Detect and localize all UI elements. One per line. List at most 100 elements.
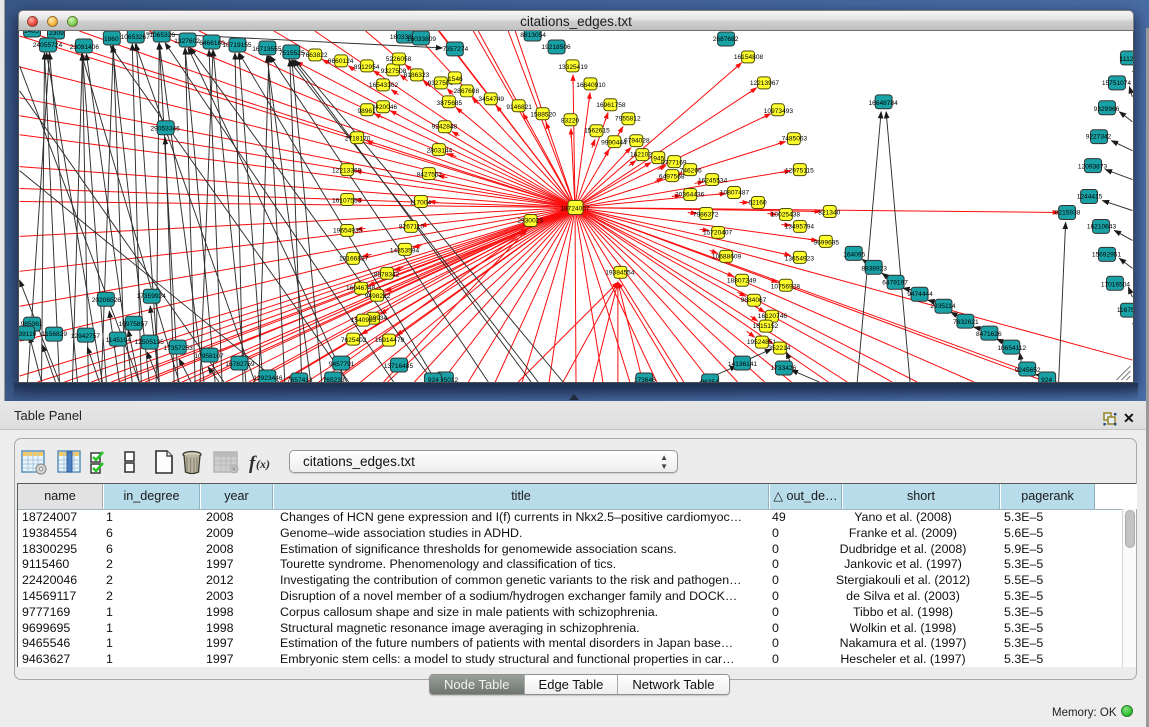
svg-text:7663822: 7663822 bbox=[302, 52, 328, 59]
svg-text:15720407: 15720407 bbox=[703, 229, 733, 236]
svg-text:12213369: 12213369 bbox=[332, 168, 362, 175]
svg-text:12213967: 12213967 bbox=[750, 80, 780, 87]
svg-text:16245534: 16245534 bbox=[698, 178, 728, 185]
svg-text:9684067: 9684067 bbox=[741, 297, 767, 304]
svg-text:12942757: 12942757 bbox=[71, 333, 101, 340]
svg-text:24055724: 24055724 bbox=[33, 42, 63, 49]
svg-text:16914479: 16914479 bbox=[375, 337, 405, 344]
svg-text:9777169: 9777169 bbox=[661, 160, 687, 167]
svg-text:10025438: 10025438 bbox=[771, 211, 801, 218]
svg-text:19166827: 19166827 bbox=[339, 255, 369, 262]
svg-text:1562615: 1562615 bbox=[584, 128, 610, 135]
svg-text:1145194: 1145194 bbox=[106, 337, 131, 344]
svg-text:23091406: 23091406 bbox=[70, 44, 100, 51]
svg-text:139119: 139119 bbox=[18, 331, 37, 338]
svg-text:6466160: 6466160 bbox=[199, 40, 225, 47]
svg-text:3875685: 3875685 bbox=[437, 100, 463, 107]
svg-text:19654935: 19654935 bbox=[333, 227, 363, 234]
svg-text:16154808: 16154808 bbox=[734, 54, 764, 61]
svg-text:8427552: 8427552 bbox=[417, 172, 443, 179]
svg-text:10756928: 10756928 bbox=[771, 283, 801, 290]
svg-text:8912954: 8912954 bbox=[354, 64, 380, 71]
svg-text:8813054: 8813054 bbox=[520, 32, 546, 39]
svg-text:(x): (x) bbox=[256, 457, 270, 471]
svg-text:15692951: 15692951 bbox=[1092, 251, 1122, 258]
svg-text:1860: 1860 bbox=[104, 36, 119, 43]
svg-text:2718170: 2718170 bbox=[345, 136, 371, 143]
svg-text:9329966: 9329966 bbox=[1094, 106, 1120, 113]
svg-text:10719155: 10719155 bbox=[222, 42, 252, 49]
svg-text:14136141: 14136141 bbox=[728, 361, 758, 368]
svg-text:19218506: 19218506 bbox=[541, 44, 571, 51]
svg-text:16961758: 16961758 bbox=[596, 102, 626, 109]
svg-text:13716485: 13716485 bbox=[384, 363, 414, 370]
svg-text:98961: 98961 bbox=[357, 108, 376, 115]
svg-text:16543362: 16543362 bbox=[369, 82, 399, 89]
svg-text:1546: 1546 bbox=[448, 76, 463, 83]
svg-text:6479197: 6479197 bbox=[882, 279, 908, 286]
svg-text:8471626: 8471626 bbox=[976, 331, 1002, 338]
svg-text:2803144: 2803144 bbox=[427, 148, 453, 155]
svg-text:7955812: 7955812 bbox=[615, 116, 641, 123]
svg-text:17359924: 17359924 bbox=[137, 293, 167, 300]
svg-text:13325419: 13325419 bbox=[558, 64, 588, 71]
svg-text:8578342: 8578342 bbox=[374, 271, 400, 278]
svg-text:117004: 117004 bbox=[410, 200, 432, 207]
svg-text:12093873: 12093873 bbox=[1078, 164, 1108, 171]
svg-text:9242848: 9242848 bbox=[432, 124, 458, 131]
svg-text:821340: 821340 bbox=[818, 209, 840, 216]
svg-text:9227342: 9227342 bbox=[1086, 134, 1112, 141]
svg-text:16120746: 16120746 bbox=[758, 313, 788, 320]
svg-text:1588520: 1588520 bbox=[530, 112, 556, 119]
svg-text:13495794: 13495794 bbox=[785, 223, 815, 230]
svg-text:12505135: 12505135 bbox=[135, 339, 165, 346]
svg-text:10958107: 10958107 bbox=[194, 353, 224, 360]
svg-text:1167533: 1167533 bbox=[1117, 307, 1134, 314]
svg-text:2930023: 2930023 bbox=[517, 217, 543, 224]
svg-text:7485063: 7485063 bbox=[782, 136, 808, 143]
svg-text:2867608: 2867608 bbox=[454, 88, 480, 95]
svg-text:9245652: 9245652 bbox=[1015, 367, 1041, 374]
svg-text:16210643: 16210643 bbox=[1087, 223, 1117, 230]
svg-text:10654112: 10654112 bbox=[997, 345, 1026, 352]
svg-text:2935114: 2935114 bbox=[930, 303, 955, 310]
svg-text:9146821: 9146821 bbox=[506, 104, 532, 111]
svg-text:16782759: 16782759 bbox=[225, 361, 255, 368]
svg-text:9498222: 9498222 bbox=[365, 293, 391, 300]
svg-text:16713555: 16713555 bbox=[252, 46, 282, 53]
svg-text:8215938: 8215938 bbox=[1055, 209, 1081, 216]
svg-text:1540993: 1540993 bbox=[351, 317, 377, 324]
svg-text:18807249: 18807249 bbox=[727, 277, 757, 284]
svg-text:1244415: 1244415 bbox=[1077, 194, 1103, 201]
svg-text:18724007: 18724007 bbox=[560, 205, 590, 212]
svg-text:15751074: 15751074 bbox=[1102, 80, 1132, 87]
svg-text:1327602: 1327602 bbox=[174, 38, 200, 45]
svg-text:2309: 2309 bbox=[49, 31, 64, 37]
svg-text:9457791: 9457791 bbox=[329, 361, 355, 368]
svg-text:1615152: 1615152 bbox=[753, 323, 779, 330]
svg-text:12975115: 12975115 bbox=[785, 168, 814, 175]
svg-text:10807487: 10807487 bbox=[720, 190, 750, 197]
svg-text:20364436: 20364436 bbox=[675, 192, 705, 199]
svg-text:17016504: 17016504 bbox=[1101, 281, 1131, 288]
svg-text:1156829: 1156829 bbox=[42, 331, 67, 338]
svg-text:8660124: 8660124 bbox=[328, 58, 354, 65]
svg-text:10688609: 10688609 bbox=[712, 253, 742, 260]
svg-text:8267110: 8267110 bbox=[399, 223, 424, 230]
svg-text:8938923: 8938923 bbox=[861, 265, 887, 272]
svg-text:164095: 164095 bbox=[843, 251, 865, 258]
svg-text:6497568: 6497568 bbox=[659, 174, 685, 181]
svg-text:10653267: 10653267 bbox=[121, 34, 151, 41]
svg-text:10973493: 10973493 bbox=[764, 108, 794, 115]
svg-text:5226058: 5226058 bbox=[386, 56, 412, 63]
svg-text:20206526: 20206526 bbox=[92, 297, 122, 304]
svg-text:16640910: 16640910 bbox=[576, 82, 606, 89]
svg-text:12923446: 12923446 bbox=[253, 375, 283, 382]
svg-text:83220: 83220 bbox=[561, 118, 580, 125]
svg-text:9699695: 9699695 bbox=[813, 239, 839, 246]
svg-text:6794028: 6794028 bbox=[624, 138, 650, 145]
svg-text:10975857: 10975857 bbox=[119, 321, 149, 328]
svg-text:352214: 352214 bbox=[768, 345, 790, 352]
svg-text:8186323: 8186323 bbox=[404, 72, 430, 79]
svg-text:2405: 2405 bbox=[24, 31, 39, 35]
